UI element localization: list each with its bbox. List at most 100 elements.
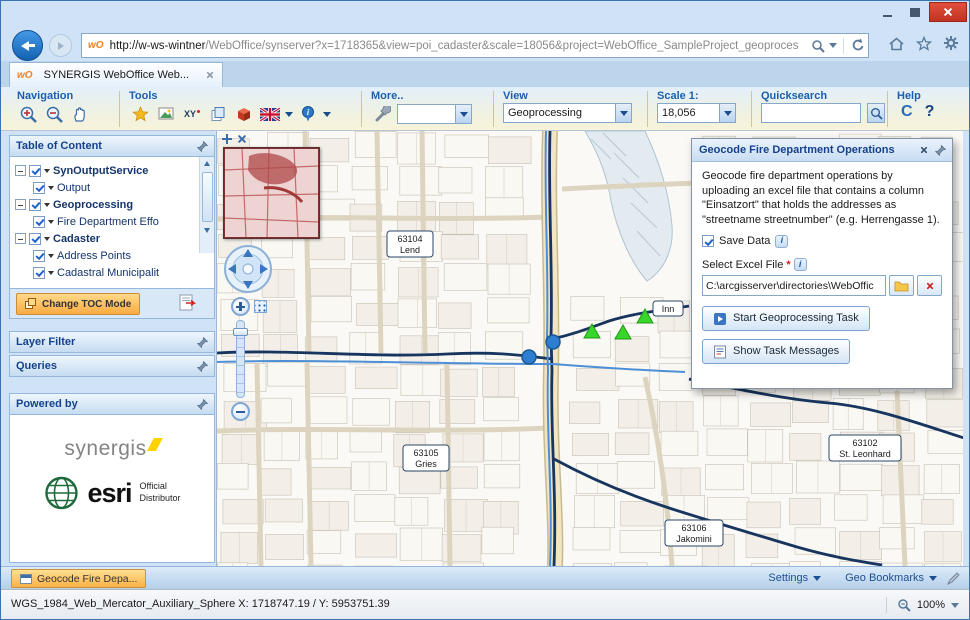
layer-menu-caret-icon[interactable] (48, 186, 54, 190)
toc-node-cadaster[interactable]: Cadaster (15, 230, 212, 247)
xy-coordinates-icon[interactable]: XY (181, 103, 203, 125)
active-task-button[interactable]: Geocode Fire Depa... (11, 569, 146, 588)
zoom-out-button[interactable] (43, 103, 65, 125)
operation-marker-blue[interactable] (546, 335, 560, 349)
collapse-icon[interactable] (15, 165, 26, 176)
view-select[interactable]: Geoprocessing (503, 103, 632, 123)
geoprocessing-panel-header[interactable]: Geocode Fire Department Operations (692, 139, 952, 162)
zoom-out-map-button[interactable] (231, 402, 250, 421)
contact-button[interactable]: C (901, 103, 913, 121)
print-image-icon[interactable] (155, 103, 177, 125)
language-caret-icon[interactable] (285, 112, 293, 117)
toc-node-output[interactable]: Output (15, 179, 212, 196)
excel-file-input[interactable] (702, 275, 886, 296)
pan-hand-button[interactable] (69, 103, 91, 125)
forward-button[interactable] (49, 34, 72, 57)
queries-panel-header[interactable]: Queries (9, 355, 215, 377)
toc-node-fire-department[interactable]: Fire Department Effo (15, 213, 212, 230)
layer-menu-caret-icon[interactable] (44, 237, 50, 241)
search-icon[interactable] (811, 39, 825, 53)
redline-pencil-icon[interactable] (946, 571, 961, 589)
collapse-icon[interactable] (15, 199, 26, 210)
favorites-star-icon[interactable] (916, 36, 932, 51)
quicksearch-input[interactable] (761, 103, 861, 123)
layer-menu-caret-icon[interactable] (44, 169, 50, 173)
home-icon[interactable] (888, 36, 905, 51)
pin-icon[interactable] (197, 141, 208, 152)
pin-icon[interactable] (935, 145, 946, 156)
zoom-caret-icon[interactable] (951, 603, 959, 608)
layer-menu-caret-icon[interactable] (48, 254, 54, 258)
layer-filter-panel-header[interactable]: Layer Filter (9, 331, 215, 353)
pan-compass[interactable] (222, 243, 274, 295)
layer-checkbox[interactable] (33, 182, 45, 194)
collapse-icon[interactable] (15, 233, 26, 244)
toc-panel-header[interactable]: Table of Content (9, 135, 215, 157)
back-button[interactable] (12, 30, 43, 61)
more-select[interactable] (397, 104, 472, 124)
toc-node-address-points[interactable]: Address Points (15, 247, 212, 264)
export-pdf-button[interactable] (178, 294, 196, 312)
start-geoprocessing-button[interactable]: Start Geoprocessing Task (702, 306, 870, 331)
map-info-icon[interactable]: i (297, 103, 319, 125)
overview-close-icon[interactable] (237, 134, 247, 144)
move-overview-icon[interactable] (222, 134, 232, 144)
pin-icon[interactable] (197, 337, 208, 348)
layer-menu-caret-icon[interactable] (48, 220, 54, 224)
scroll-down-icon[interactable] (200, 224, 214, 237)
overview-map[interactable] (223, 147, 320, 239)
zoom-slider[interactable] (236, 320, 245, 398)
powered-by-panel-header[interactable]: Powered by (9, 393, 215, 415)
panel-close-icon[interactable] (920, 146, 928, 154)
scale-select-trigger[interactable] (719, 103, 736, 123)
zoom-extent-button[interactable] (254, 300, 267, 313)
toc-scrollbar[interactable] (199, 157, 214, 253)
info-icon[interactable]: i (794, 258, 807, 271)
tab-weboffice[interactable]: wO SYNERGIS WebOffice Web... (9, 62, 223, 87)
layer-checkbox[interactable] (29, 199, 41, 211)
browse-file-button[interactable] (889, 275, 914, 296)
layer-checkbox[interactable] (33, 267, 45, 279)
refresh-icon[interactable] (850, 38, 865, 53)
info-caret-icon[interactable] (323, 112, 331, 117)
change-toc-mode-button[interactable]: Change TOC Mode (16, 293, 140, 315)
pin-icon[interactable] (197, 399, 208, 410)
layer-checkbox[interactable] (29, 233, 41, 245)
url-text[interactable]: http://w-ws-wintner/WebOffice/synserver?… (110, 40, 811, 52)
maximize-button[interactable] (901, 2, 929, 22)
scroll-thumb[interactable] (202, 172, 213, 222)
autocomplete-caret-icon[interactable] (829, 43, 837, 48)
clear-file-button[interactable] (917, 275, 942, 296)
favorites-tool-icon[interactable] (129, 103, 151, 125)
geo-bookmarks-menu[interactable]: Geo Bookmarks (845, 572, 937, 584)
address-bar[interactable]: wO http://w-ws-wintner/WebOffice/synserv… (81, 33, 869, 58)
settings-menu[interactable]: Settings (768, 572, 821, 584)
minimize-button[interactable] (873, 2, 901, 22)
browser-zoom-control[interactable]: 100% (886, 597, 959, 613)
quicksearch-button[interactable] (867, 103, 885, 123)
scale-select[interactable]: 18,056 (657, 103, 736, 123)
show-task-messages-button[interactable]: Show Task Messages (702, 339, 850, 364)
zoom-slider-handle[interactable] (233, 328, 248, 336)
zoom-in-map-button[interactable] (231, 297, 250, 316)
layer-checkbox[interactable] (33, 216, 45, 228)
select-copy-icon[interactable] (207, 103, 229, 125)
tab-close-icon[interactable] (206, 71, 214, 79)
view-select-trigger[interactable] (615, 103, 632, 123)
toc-node-geoprocessing[interactable]: Geoprocessing (15, 196, 212, 213)
layer-checkbox[interactable] (29, 165, 41, 177)
info-icon[interactable]: i (775, 235, 788, 248)
language-flag-icon[interactable] (259, 103, 281, 125)
wrench-icon[interactable] (371, 103, 393, 125)
save-data-checkbox[interactable] (702, 235, 714, 247)
toc-node-synoutputservice[interactable]: SynOutputService (15, 162, 212, 179)
close-button[interactable] (929, 2, 967, 22)
redlining-cube-icon[interactable] (233, 103, 255, 125)
gear-icon[interactable] (943, 35, 959, 51)
pin-icon[interactable] (197, 361, 208, 372)
scroll-up-icon[interactable] (200, 157, 214, 170)
layer-menu-caret-icon[interactable] (48, 271, 54, 275)
layer-checkbox[interactable] (33, 250, 45, 262)
layer-menu-caret-icon[interactable] (44, 203, 50, 207)
help-button[interactable]: ? (925, 103, 935, 121)
